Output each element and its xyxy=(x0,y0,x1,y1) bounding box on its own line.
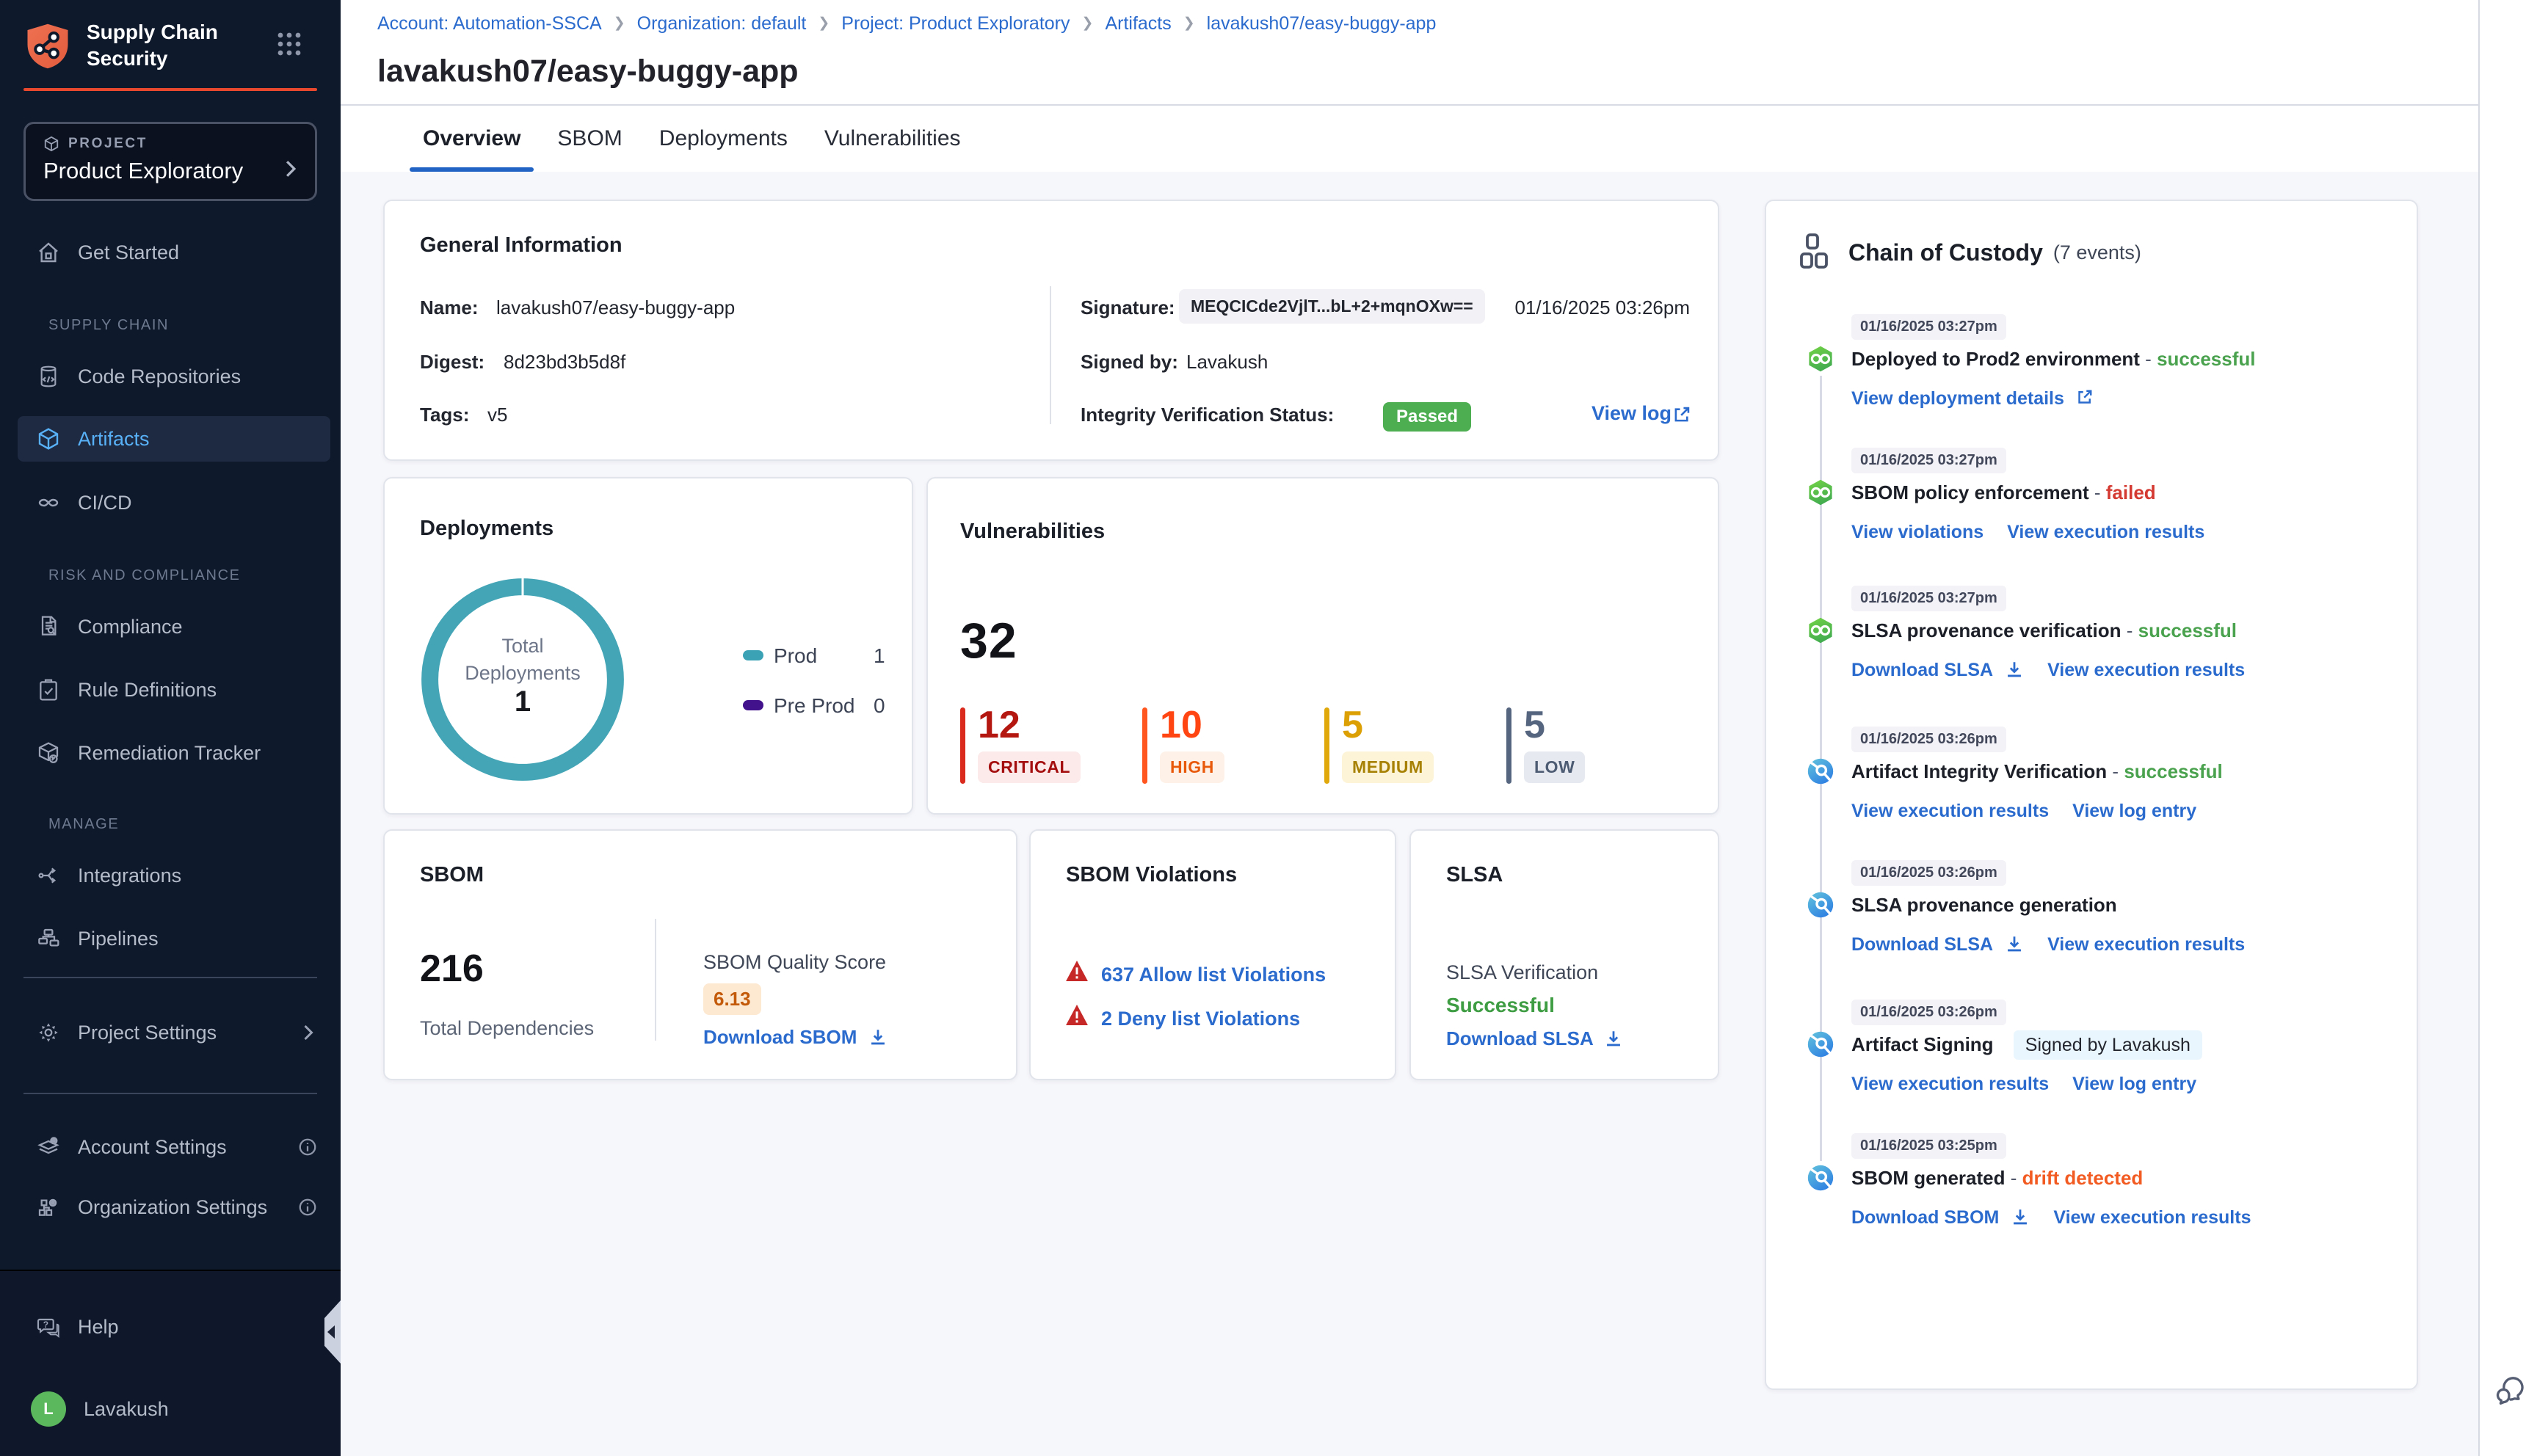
svg-text:?: ? xyxy=(43,1320,48,1330)
